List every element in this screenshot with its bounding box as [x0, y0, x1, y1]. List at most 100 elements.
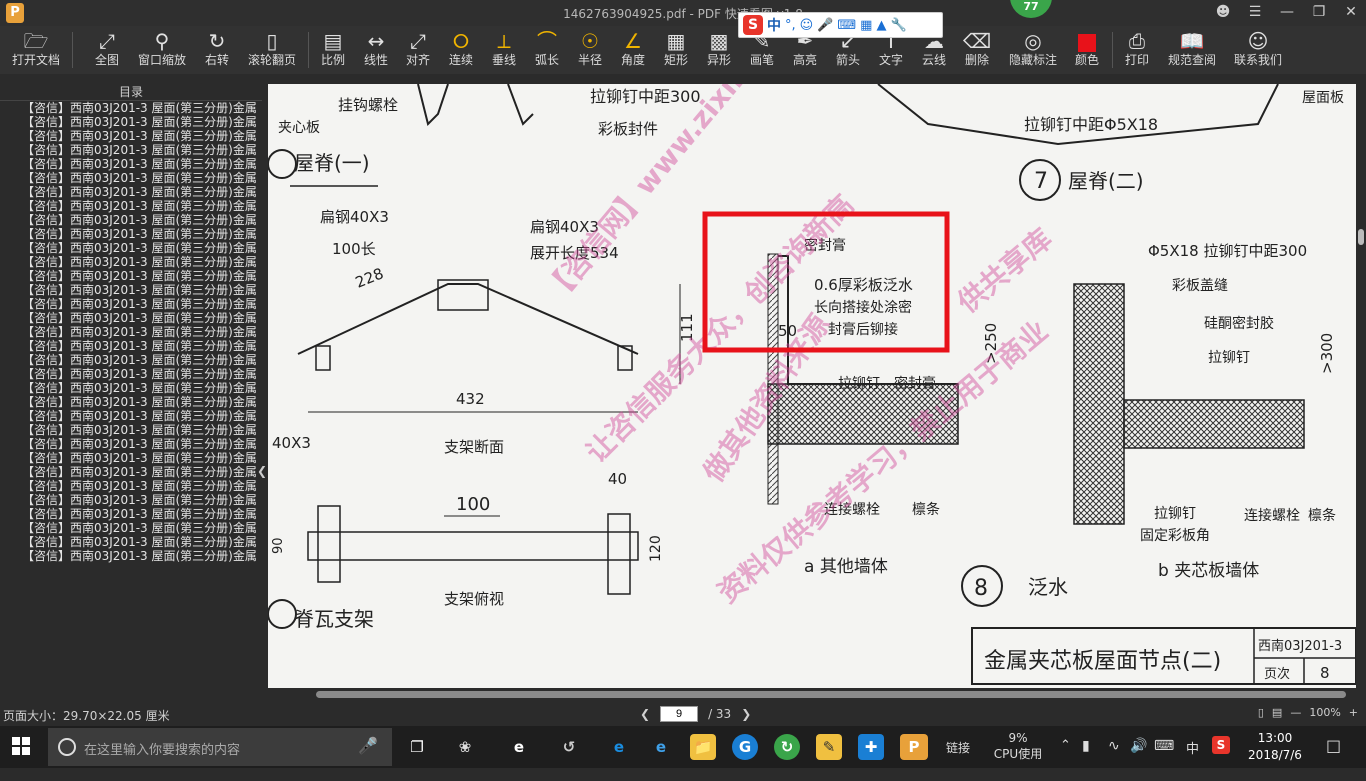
volume-icon[interactable]: 🔊	[1130, 738, 1147, 780]
ime-punct[interactable]: °,	[785, 18, 796, 33]
ime-tray-label[interactable]: 中	[1186, 738, 1199, 780]
wrench-icon[interactable]: 🔧	[890, 18, 906, 33]
toc-item[interactable]: 【咨信】西南03J201-3 屋面(第三分册)金属	[22, 423, 258, 437]
toc-item[interactable]: 【咨信】西南03J201-3 屋面(第三分册)金属	[22, 311, 258, 325]
battery-icon[interactable]: ▮	[1082, 738, 1090, 780]
page-number-input[interactable]	[660, 706, 699, 722]
toc-item[interactable]: 【咨信】西南03J201-3 屋面(第三分册)金属	[22, 115, 258, 129]
align-button[interactable]: ⤢ 对齐	[399, 26, 437, 74]
single-page-icon[interactable]: ▯	[1258, 706, 1264, 719]
toc-item[interactable]: 【咨信】西南03J201-3 屋面(第三分册)金属	[22, 507, 258, 521]
person-icon[interactable]: ☻	[1214, 2, 1232, 22]
ime-toolbar[interactable]: S 中 °, ☺ 🎤 ⌨ ▦ ▲ 🔧	[738, 12, 943, 38]
horizontal-scrollbar[interactable]	[268, 688, 1366, 700]
grid-icon[interactable]: ▦	[860, 18, 872, 33]
window-zoom-button[interactable]: ⚲ 窗口缩放	[134, 26, 190, 74]
edge-blue-icon[interactable]: e	[606, 734, 632, 760]
continuous-button[interactable]: ⭘ 连续	[442, 26, 480, 74]
toc-item[interactable]: 【咨信】西南03J201-3 屋面(第三分册)金属	[22, 339, 258, 353]
windows-start-icon[interactable]	[12, 737, 30, 759]
toc-item[interactable]: 【咨信】西南03J201-3 屋面(第三分册)金属	[22, 143, 258, 157]
keyboard-icon[interactable]: ⌨	[837, 18, 856, 33]
tray-chevron-icon[interactable]: ⌃	[1060, 738, 1071, 780]
polygon-button[interactable]: ▩ 异形	[700, 26, 738, 74]
minimize-icon[interactable]: —	[1278, 2, 1296, 22]
continuous-page-icon[interactable]: ▤	[1272, 706, 1282, 719]
pdf-viewer-taskbar-icon[interactable]: P	[900, 734, 928, 760]
notification-icon[interactable]: □	[1326, 736, 1341, 778]
arc-length-button[interactable]: ⌒ 弧长	[528, 26, 566, 74]
wifi-icon[interactable]: ∿	[1108, 738, 1120, 780]
green-app-icon[interactable]: ↻	[774, 734, 800, 760]
toc-item[interactable]: 【咨信】西南03J201-3 屋面(第三分册)金属	[22, 479, 258, 493]
sogou-tray-icon[interactable]: S	[1212, 736, 1230, 754]
rotate-right-button[interactable]: ↻ 右转	[198, 26, 236, 74]
swirl-app-icon[interactable]: ↺	[556, 734, 582, 760]
toc-item[interactable]: 【咨信】西南03J201-3 屋面(第三分册)金属	[22, 409, 258, 423]
toc-item[interactable]: 【咨信】西南03J201-3 屋面(第三分册)金属	[22, 535, 258, 549]
link-label[interactable]: 链接	[946, 739, 970, 781]
ime-mode[interactable]: 中	[767, 15, 781, 35]
horizontal-scroll-thumb[interactable]	[316, 691, 1346, 698]
scale-button[interactable]: ▤ 比例	[314, 26, 352, 74]
toc-item[interactable]: 【咨信】西南03J201-3 屋面(第三分册)金属	[22, 493, 258, 507]
smiley-icon[interactable]: ☺	[800, 18, 814, 33]
vertical-scroll-thumb[interactable]	[1358, 229, 1364, 245]
toc-item[interactable]: 【咨信】西南03J201-3 屋面(第三分册)金属	[22, 269, 258, 283]
delete-button[interactable]: ⌫ 删除	[958, 26, 996, 74]
task-view-icon[interactable]: ❐	[404, 734, 430, 760]
toc-item[interactable]: 【咨信】西南03J201-3 屋面(第三分册)金属	[22, 381, 258, 395]
full-view-button[interactable]: ⤢ 全图	[88, 26, 126, 74]
toc-item[interactable]: 【咨信】西南03J201-3 屋面(第三分册)金属	[22, 157, 258, 171]
toc-item[interactable]: 【咨信】西南03J201-3 屋面(第三分册)金属	[22, 171, 258, 185]
collapse-sidebar-icon[interactable]: ❮	[257, 464, 267, 478]
color-button[interactable]: 颜色	[1068, 26, 1106, 74]
hide-annotations-button[interactable]: ◎ 隐藏标注	[1004, 26, 1062, 74]
toc-item[interactable]: 【咨信】西南03J201-3 屋面(第三分册)金属	[22, 255, 258, 269]
toc-item[interactable]: 【咨信】西南03J201-3 屋面(第三分册)金属	[22, 437, 258, 451]
toc-item[interactable]: 【咨信】西南03J201-3 屋面(第三分册)金属	[22, 101, 258, 115]
linear-button[interactable]: ↔ 线性	[357, 26, 395, 74]
print-button[interactable]: ⎙ 打印	[1118, 26, 1156, 74]
menu-icon[interactable]: ☰	[1246, 2, 1264, 22]
toc-item[interactable]: 【咨信】西南03J201-3 屋面(第三分册)金属	[22, 227, 258, 241]
prev-page-icon[interactable]: ❮	[640, 707, 650, 721]
toc-item[interactable]: 【咨信】西南03J201-3 屋面(第三分册)金属	[22, 353, 258, 367]
open-document-button[interactable]: 🗁 打开文档	[8, 26, 64, 74]
toc-item[interactable]: 【咨信】西南03J201-3 屋面(第三分册)金属	[22, 241, 258, 255]
toc-item[interactable]: 【咨信】西南03J201-3 屋面(第三分册)金属	[22, 213, 258, 227]
taskbar-clock[interactable]: 13:00 2018/7/6	[1240, 730, 1310, 764]
toc-item[interactable]: 【咨信】西南03J201-3 屋面(第三分册)金属	[22, 549, 258, 563]
toc-item[interactable]: 【咨信】西南03J201-3 屋面(第三分册)金属	[22, 297, 258, 311]
shirt-icon[interactable]: ▲	[876, 18, 886, 33]
wheel-page-button[interactable]: ▯ 滚轮翻页	[244, 26, 300, 74]
document-viewer[interactable]: 夹心板 挂钩螺栓 拉铆钉中距300 彩板封件 拉铆钉中距Φ5X18 屋面板 屋脊…	[268, 84, 1356, 688]
fan-app-icon[interactable]: ❀	[452, 734, 478, 760]
notes-app-icon[interactable]: ✎	[816, 734, 842, 760]
perpendicular-button[interactable]: ⟂ 垂线	[485, 26, 523, 74]
toc-item[interactable]: 【咨信】西南03J201-3 屋面(第三分册)金属	[22, 185, 258, 199]
tool-app-icon[interactable]: ✚	[858, 734, 884, 760]
keyboard-tray-icon[interactable]: ⌨	[1154, 738, 1174, 780]
toc-item[interactable]: 【咨信】西南03J201-3 屋面(第三分册)金属	[22, 283, 258, 297]
next-page-icon[interactable]: ❯	[741, 707, 751, 721]
toc-item[interactable]: 【咨信】西南03J201-3 屋面(第三分册)金属	[22, 465, 258, 479]
ie-browser-icon[interactable]: e	[648, 734, 674, 760]
angle-button[interactable]: ∠ 角度	[614, 26, 652, 74]
zoom-out-icon[interactable]: —	[1290, 706, 1301, 719]
toc-item[interactable]: 【咨信】西南03J201-3 屋面(第三分册)金属	[22, 129, 258, 143]
radius-button[interactable]: ☉ 半径	[571, 26, 609, 74]
toc-item[interactable]: 【咨信】西南03J201-3 屋面(第三分册)金属	[22, 325, 258, 339]
toc-item[interactable]: 【咨信】西南03J201-3 屋面(第三分册)金属	[22, 451, 258, 465]
taskbar-search[interactable]: 在这里输入你要搜索的内容 🎤	[48, 728, 392, 766]
zoom-in-icon[interactable]: +	[1349, 706, 1358, 719]
toc-item[interactable]: 【咨信】西南03J201-3 屋面(第三分册)金属	[22, 395, 258, 409]
rectangle-button[interactable]: ▦ 矩形	[657, 26, 695, 74]
contact-us-button[interactable]: ☺ 联系我们	[1230, 26, 1286, 74]
browser-g-icon[interactable]: G	[732, 734, 758, 760]
toc-item[interactable]: 【咨信】西南03J201-3 屋面(第三分册)金属	[22, 367, 258, 381]
vertical-scrollbar[interactable]	[1356, 84, 1366, 688]
toc-item[interactable]: 【咨信】西南03J201-3 屋面(第三分册)金属	[22, 521, 258, 535]
edge-browser-icon[interactable]: e	[506, 734, 532, 760]
toc-item[interactable]: 【咨信】西南03J201-3 屋面(第三分册)金属	[22, 199, 258, 213]
